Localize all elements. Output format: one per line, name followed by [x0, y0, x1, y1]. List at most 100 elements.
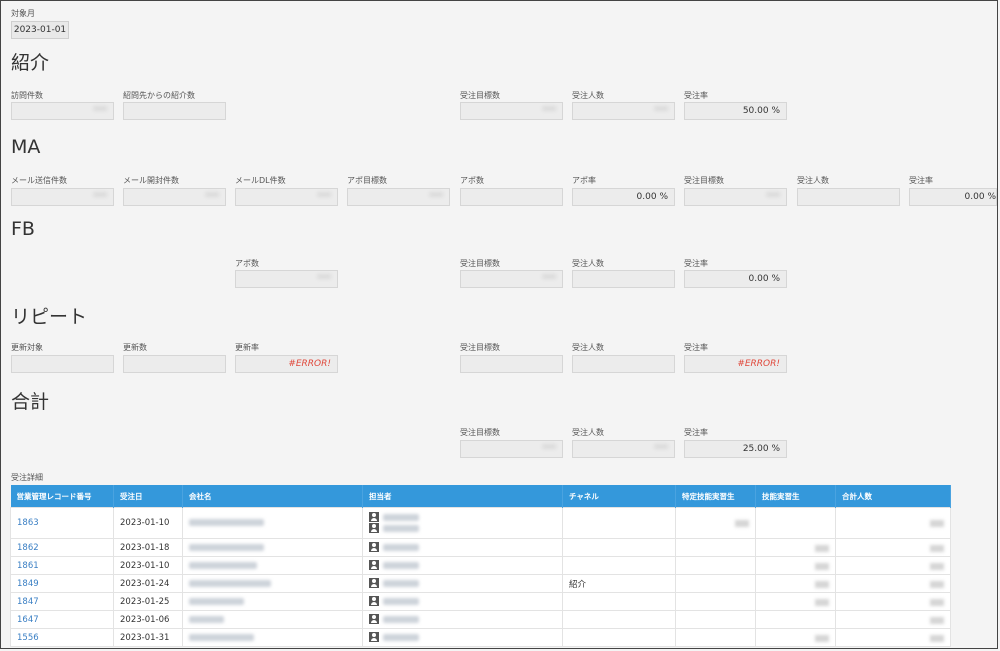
trainee-count — [755, 628, 836, 647]
trainee-count — [755, 538, 836, 557]
order-detail-table: 営業管理レコード番号 受注日 会社名 担当者 チャネル 特定技能実習生 技能実習… — [10, 485, 951, 647]
record-link[interactable]: 1863 — [17, 518, 39, 528]
mail-sent-field: *** — [11, 188, 114, 206]
order-date: 2023-01-25 — [113, 592, 183, 611]
order-count-field: *** — [572, 440, 675, 458]
column-header[interactable]: 受注日 — [113, 485, 183, 508]
company-name — [182, 574, 363, 593]
order-date: 2023-01-10 — [113, 556, 183, 575]
field-label: 紹問先からの紹介数 — [123, 91, 195, 100]
detail-label: 受注詳細 — [11, 473, 43, 482]
field-label: 受注目標数 — [684, 176, 724, 185]
order-date: 2023-01-18 — [113, 538, 183, 557]
order-date: 2023-01-10 — [113, 507, 183, 539]
trainee-count — [755, 507, 836, 539]
visit-count-field: *** — [11, 102, 114, 120]
company-name — [182, 628, 363, 647]
record-link[interactable]: 1556 — [17, 633, 39, 643]
channel — [562, 507, 676, 539]
record-link[interactable]: 1861 — [17, 561, 39, 571]
assignee — [362, 592, 563, 611]
order-target-field — [460, 355, 563, 373]
target-month-label: 対象月 — [11, 9, 35, 18]
order-target-field: *** — [684, 188, 787, 206]
order-date: 2023-01-31 — [113, 628, 183, 647]
record-link[interactable]: 1647 — [17, 615, 39, 625]
trainee-count — [755, 574, 836, 593]
column-header[interactable]: 特定技能実習生 — [675, 485, 756, 508]
column-header[interactable]: チャネル — [562, 485, 676, 508]
record-link[interactable]: 1847 — [17, 597, 39, 607]
user-icon — [369, 523, 379, 533]
field-label: 受注人数 — [572, 428, 604, 437]
field-label: アポ数 — [460, 176, 484, 185]
column-header[interactable]: 合計人数 — [835, 485, 951, 508]
renewal-count-field — [123, 355, 226, 373]
section-title-shokai: 紹介 — [11, 52, 50, 74]
order-date: 2023-01-24 — [113, 574, 183, 593]
field-label: 受注人数 — [572, 91, 604, 100]
field-label: メール送信件数 — [11, 176, 67, 185]
assignee — [362, 538, 563, 557]
order-date: 2023-01-06 — [113, 610, 183, 629]
referral-count-field — [123, 102, 226, 120]
specified-skill-count — [675, 592, 756, 611]
field-label: 受注率 — [684, 91, 708, 100]
specified-skill-count — [675, 507, 756, 539]
column-header[interactable]: 担当者 — [362, 485, 563, 508]
order-rate-field: 0.00 % — [909, 188, 997, 206]
column-header[interactable]: 技能実習生 — [755, 485, 836, 508]
field-label: アポ数 — [235, 259, 259, 268]
target-month-field[interactable]: 2023-01-01 — [11, 21, 69, 39]
field-label: 受注率 — [909, 176, 933, 185]
field-label: 訪問件数 — [11, 91, 43, 100]
order-target-field: *** — [460, 270, 563, 288]
assignee — [362, 574, 563, 593]
renewal-target-field — [11, 355, 114, 373]
company-name — [182, 610, 363, 629]
user-icon — [369, 542, 379, 553]
renewal-rate-field: #ERROR! — [235, 355, 338, 373]
order-rate-field: 25.00 % — [684, 440, 787, 458]
field-label: 更新数 — [123, 343, 147, 352]
order-count-field — [572, 355, 675, 373]
table-row: 1863 2023-01-10 — [10, 507, 951, 539]
specified-skill-count — [675, 628, 756, 647]
column-header[interactable]: 営業管理レコード番号 — [10, 485, 114, 508]
order-rate-field: #ERROR! — [684, 355, 787, 373]
assignee — [362, 610, 563, 629]
field-label: 受注目標数 — [460, 343, 500, 352]
table-row: 1862 2023-01-18 — [10, 538, 951, 557]
total-count — [835, 574, 951, 593]
company-name — [182, 556, 363, 575]
mail-open-field: *** — [123, 188, 226, 206]
order-target-field: *** — [460, 102, 563, 120]
assignee — [362, 507, 563, 539]
field-label: 受注目標数 — [460, 259, 500, 268]
table-row: 1556 2023-01-31 — [10, 628, 951, 647]
field-label: 更新対象 — [11, 343, 43, 352]
user-icon — [369, 632, 379, 643]
field-label: メール開封件数 — [123, 176, 179, 185]
table-row: 1847 2023-01-25 — [10, 592, 951, 611]
trainee-count — [755, 610, 836, 629]
field-label: 受注率 — [684, 428, 708, 437]
total-count — [835, 610, 951, 629]
field-label: 更新率 — [235, 343, 259, 352]
channel — [562, 538, 676, 557]
specified-skill-count — [675, 574, 756, 593]
record-link[interactable]: 1849 — [17, 579, 39, 589]
field-label: メールDL件数 — [235, 176, 286, 185]
field-label: 受注率 — [684, 259, 708, 268]
appo-target-field: *** — [347, 188, 450, 206]
total-count — [835, 592, 951, 611]
column-header[interactable]: 会社名 — [182, 485, 363, 508]
table-header-row: 営業管理レコード番号 受注日 会社名 担当者 チャネル 特定技能実習生 技能実習… — [10, 485, 951, 508]
order-count-field: *** — [572, 102, 675, 120]
channel — [562, 610, 676, 629]
record-link[interactable]: 1862 — [17, 543, 39, 553]
field-label: アポ率 — [572, 176, 596, 185]
user-icon — [369, 560, 379, 571]
company-name — [182, 538, 363, 557]
trainee-count — [755, 556, 836, 575]
